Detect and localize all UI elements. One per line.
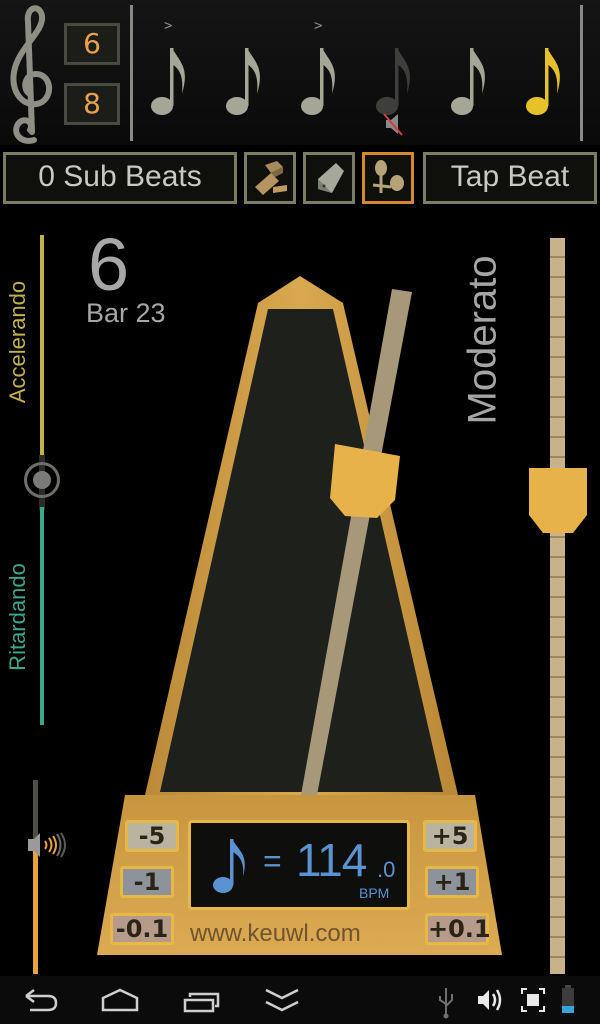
home-icon bbox=[101, 988, 139, 1012]
plus-1-button[interactable]: +1 bbox=[425, 866, 479, 898]
usb-status bbox=[436, 976, 456, 1024]
maracas-sound-button[interactable] bbox=[362, 152, 414, 204]
back-button[interactable] bbox=[20, 976, 60, 1024]
eighth-note-icon bbox=[151, 48, 185, 115]
volume-icon bbox=[478, 989, 502, 1011]
eighth-note-icon bbox=[301, 48, 335, 115]
eighth-note-icon bbox=[451, 48, 485, 115]
tempo-slider-track[interactable] bbox=[550, 238, 565, 974]
bpm-unit: BPM bbox=[359, 885, 390, 901]
website-link[interactable]: www.keuwl.com bbox=[190, 920, 361, 948]
sub-beats-button[interactable]: 0 Sub Beats bbox=[3, 152, 237, 204]
beat-6-current[interactable] bbox=[515, 18, 575, 138]
bpm-value: 114 bbox=[296, 834, 367, 886]
eighth-note-icon bbox=[526, 48, 560, 115]
bar-line bbox=[130, 5, 133, 141]
beat-5[interactable] bbox=[440, 18, 500, 138]
eighth-note-icon bbox=[213, 839, 245, 893]
recents-button[interactable] bbox=[182, 976, 222, 1024]
minus-0-1-button[interactable]: -0.1 bbox=[110, 913, 174, 945]
menu-button[interactable] bbox=[262, 976, 302, 1024]
chevron-down-icon bbox=[265, 988, 299, 1012]
accent-mark: > bbox=[314, 18, 323, 34]
navigation-bar bbox=[0, 976, 600, 1024]
accent-mark: > bbox=[164, 18, 173, 34]
bar-line bbox=[580, 5, 583, 141]
tempo-change-knob[interactable] bbox=[24, 462, 60, 498]
minus-5-button[interactable]: -5 bbox=[125, 820, 179, 852]
battery-status bbox=[560, 976, 576, 1024]
treble-clef-icon bbox=[10, 5, 53, 144]
time-signature-denominator[interactable]: 8 bbox=[64, 83, 120, 125]
accelerando-label: Accelerando bbox=[5, 280, 30, 404]
usb-icon bbox=[439, 988, 453, 1019]
bpm-equals: = bbox=[263, 843, 282, 879]
tempo-slider-handle[interactable] bbox=[528, 467, 588, 535]
bpm-decimal: .0 bbox=[377, 857, 396, 882]
wood-block-sound-button[interactable] bbox=[244, 152, 296, 204]
home-button[interactable] bbox=[100, 976, 140, 1024]
plus-5-button[interactable]: +5 bbox=[423, 820, 477, 852]
current-beat-number: 6 bbox=[88, 223, 130, 306]
beat-3[interactable]: > bbox=[290, 18, 350, 138]
beat-1[interactable]: > bbox=[140, 18, 200, 138]
beat-panel: 6 8 > > bbox=[0, 0, 600, 145]
wood-block-icon bbox=[255, 161, 287, 195]
time-signature-numerator[interactable]: 6 bbox=[64, 23, 120, 65]
accelerando-track[interactable] bbox=[40, 235, 44, 457]
eighth-note-icon bbox=[226, 48, 260, 115]
volume-handle-speaker-icon[interactable] bbox=[26, 830, 72, 860]
recents-icon bbox=[183, 992, 220, 1013]
beat-2[interactable] bbox=[215, 18, 275, 138]
ritardando-label: Ritardando bbox=[5, 563, 30, 671]
mute-icon bbox=[383, 113, 403, 136]
fullscreen-icon bbox=[521, 988, 545, 1012]
plus-0-1-button[interactable]: +0.1 bbox=[425, 913, 491, 945]
cowbell-icon bbox=[318, 163, 344, 193]
tempo-marking-label: Moderato bbox=[460, 255, 505, 425]
maracas-icon bbox=[372, 160, 404, 193]
eighth-note-icon bbox=[376, 48, 410, 115]
volume-status[interactable] bbox=[476, 976, 506, 1024]
back-icon bbox=[25, 989, 58, 1012]
minus-1-button[interactable]: -1 bbox=[120, 866, 174, 898]
tap-beat-button[interactable]: Tap Beat bbox=[423, 152, 597, 204]
bar-counter: Bar 23 bbox=[86, 298, 166, 328]
fullscreen-button[interactable] bbox=[520, 976, 546, 1024]
bpm-display[interactable]: = 114 .0 BPM bbox=[188, 820, 410, 910]
battery-icon bbox=[562, 985, 574, 1013]
cowbell-sound-button[interactable] bbox=[303, 152, 355, 204]
ritardando-track[interactable] bbox=[40, 507, 44, 725]
volume-track-filled[interactable] bbox=[33, 846, 38, 974]
